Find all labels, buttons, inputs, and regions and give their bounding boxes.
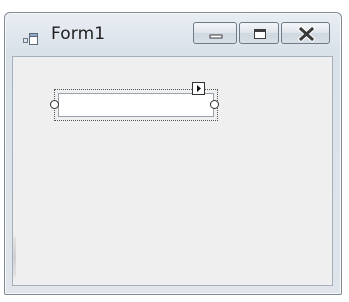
arrow-right-icon	[197, 85, 201, 92]
title-bar[interactable]: Form1	[5, 13, 341, 57]
textbox-control[interactable]	[58, 93, 214, 117]
resize-handle-left[interactable]	[50, 100, 59, 109]
textbox-selection-frame[interactable]	[50, 82, 219, 121]
maximize-button[interactable]	[239, 22, 279, 44]
maximize-icon	[254, 29, 266, 39]
close-icon	[297, 25, 316, 43]
client-edge-shade	[13, 237, 16, 277]
close-button[interactable]	[281, 22, 330, 44]
smart-tag-button[interactable]	[192, 82, 205, 95]
form-client-area[interactable]	[12, 56, 333, 286]
form-icon	[23, 31, 39, 45]
form-window: Form1	[4, 12, 342, 295]
window-title: Form1	[51, 24, 106, 44]
resize-handle-right[interactable]	[210, 100, 219, 109]
minimize-icon	[209, 34, 223, 39]
minimize-button[interactable]	[193, 22, 237, 44]
